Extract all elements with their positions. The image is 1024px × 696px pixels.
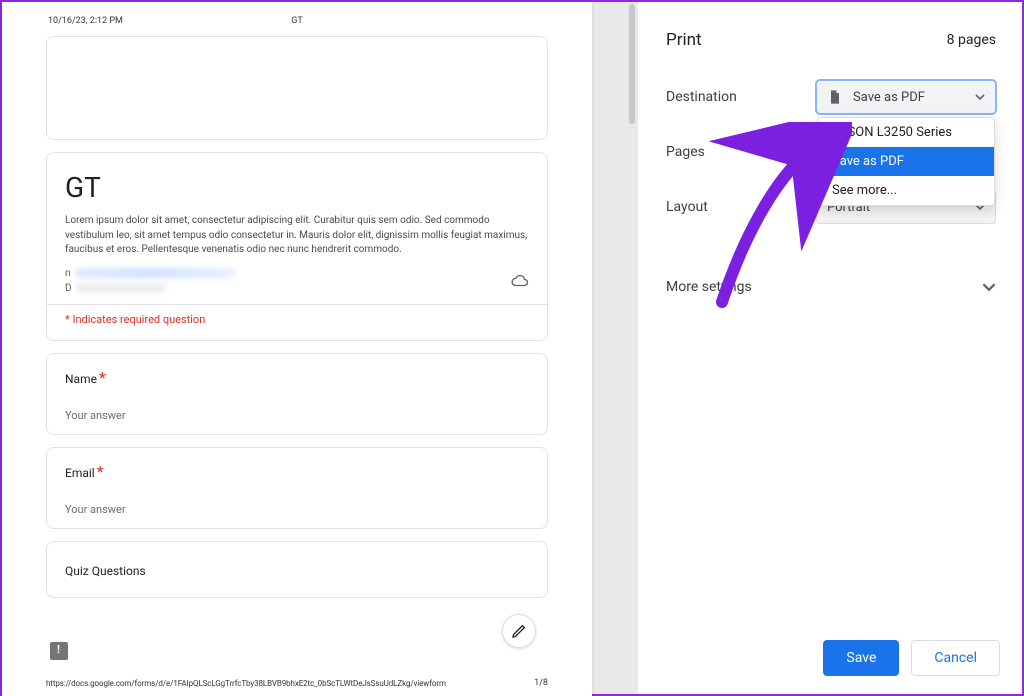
cloud-icon: [511, 272, 529, 290]
destination-value: Save as PDF: [853, 90, 925, 105]
required-note: * Indicates required question: [65, 313, 529, 326]
feedback-icon[interactable]: [50, 642, 68, 660]
question-card-name: Name* Your answer: [46, 353, 548, 435]
form-title: GT: [65, 171, 529, 204]
answer-placeholder: Your answer: [65, 503, 529, 516]
destination-option-save-pdf[interactable]: Save as PDF: [818, 147, 994, 176]
preview-page: 10/16/23, 2:12 PM GT GT Lorem ipsum dolo…: [2, 2, 592, 696]
preview-header-title: GT: [2, 16, 592, 26]
destination-dropdown[interactable]: Save as PDF EPSON L3250 Series Save as P…: [816, 80, 996, 114]
destination-label: Destination: [666, 89, 816, 105]
answer-placeholder: Your answer: [65, 409, 529, 422]
preview-header: 10/16/23, 2:12 PM GT: [46, 16, 548, 32]
form-description: Lorem ipsum dolor sit amet, consectetur …: [65, 214, 529, 258]
file-icon: [827, 89, 843, 105]
form-banner: [46, 36, 548, 140]
cancel-button[interactable]: Cancel: [911, 640, 1000, 676]
layout-label: Layout: [666, 199, 816, 215]
more-settings-toggle[interactable]: More settings: [666, 264, 996, 309]
pencil-icon: [511, 623, 527, 639]
destination-option-epson[interactable]: EPSON L3250 Series: [818, 118, 994, 147]
question-label: Email: [65, 466, 95, 480]
pages-label: Pages: [666, 144, 816, 160]
save-button[interactable]: Save: [823, 640, 899, 676]
edit-fab[interactable]: [502, 614, 536, 648]
redacted-account-info: n D: [65, 268, 235, 294]
panel-title: Print: [666, 30, 702, 50]
print-settings-panel: Print 8 pages Destination Save as PDF EP…: [638, 2, 1022, 694]
more-settings-label: More settings: [666, 279, 752, 295]
preview-scrollbar[interactable]: [624, 2, 638, 694]
print-preview-area: 10/16/23, 2:12 PM GT GT Lorem ipsum dolo…: [2, 2, 638, 694]
preview-footer-url: https://docs.google.com/forms/d/e/1FAIpQ…: [46, 679, 446, 688]
question-label: Name: [65, 372, 97, 386]
dialog-buttons: Save Cancel: [823, 640, 1000, 676]
section-title: Quiz Questions: [65, 564, 146, 578]
question-card-email: Email* Your answer: [46, 447, 548, 529]
page-count: 8 pages: [947, 32, 996, 48]
preview-footer-page: 1/8: [534, 678, 548, 688]
form-title-card: GT Lorem ipsum dolor sit amet, consectet…: [46, 152, 548, 341]
destination-option-see-more[interactable]: See more...: [818, 176, 994, 205]
chevron-down-icon: [982, 280, 996, 294]
required-star: *: [97, 462, 104, 481]
required-star: *: [99, 368, 106, 387]
destination-popup: EPSON L3250 Series Save as PDF See more.…: [817, 117, 995, 206]
caret-down-icon: [975, 92, 985, 102]
section-card-quiz: Quiz Questions: [46, 541, 548, 598]
